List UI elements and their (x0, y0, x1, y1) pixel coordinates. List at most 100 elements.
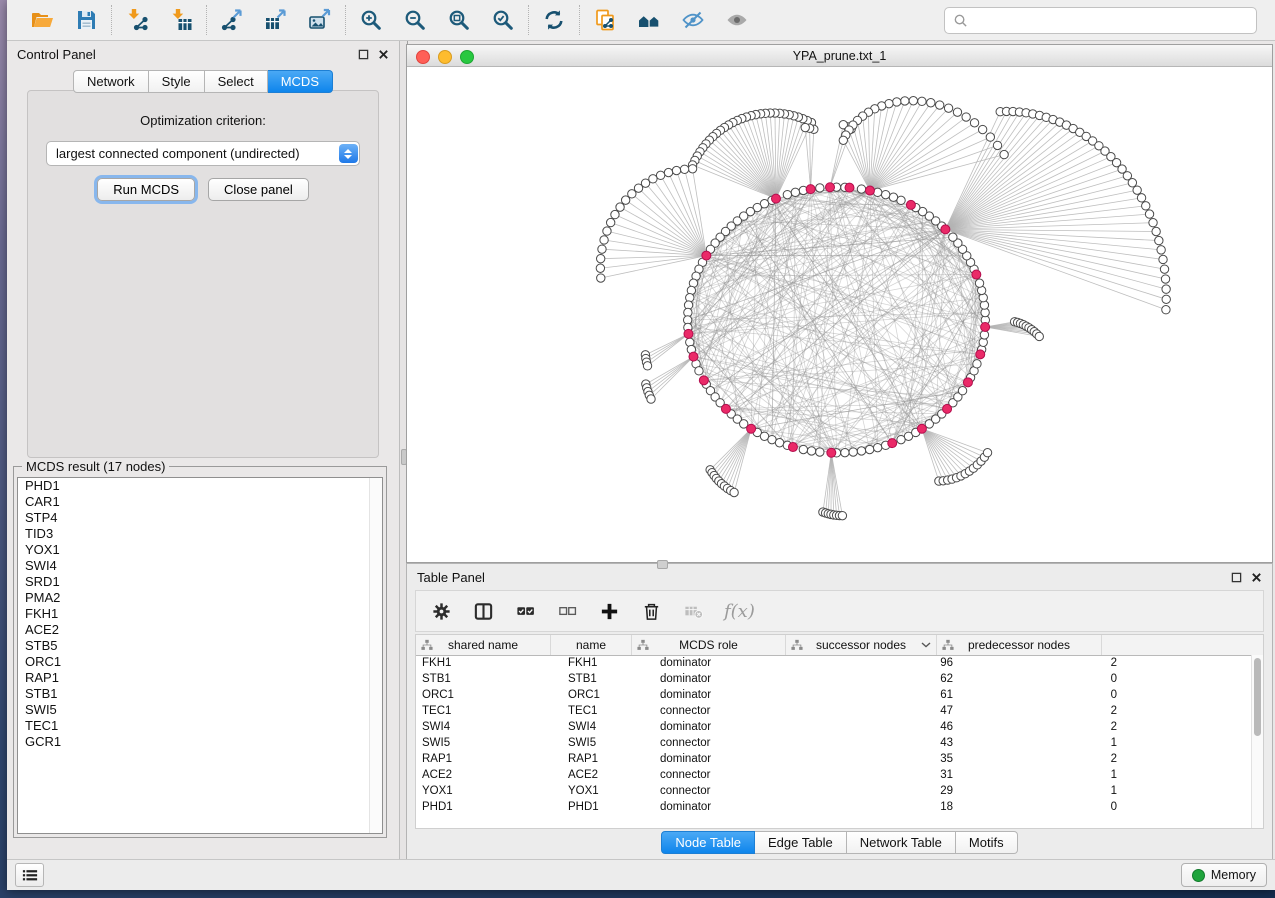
tab-style[interactable]: Style (149, 70, 205, 93)
task-history-button[interactable] (15, 863, 44, 887)
open-folder-icon[interactable] (29, 7, 55, 33)
graph-node[interactable] (597, 274, 605, 282)
graph-node-dominator[interactable] (845, 183, 854, 192)
table-cell[interactable]: dominator (654, 801, 819, 813)
graph-node-dominator[interactable] (972, 270, 981, 279)
list-item[interactable]: ACE2 (18, 622, 382, 638)
export-table-icon[interactable] (263, 7, 289, 33)
graph-node[interactable] (1000, 150, 1008, 158)
graph-node-dominator[interactable] (981, 322, 990, 331)
table-cell[interactable]: 47 (819, 705, 969, 717)
graph-node[interactable] (973, 360, 981, 368)
show-all-icon[interactable] (724, 7, 750, 33)
table-cell[interactable]: dominator (654, 657, 819, 669)
tab-network-table[interactable]: Network Table (847, 831, 956, 854)
memory-button[interactable]: Memory (1181, 863, 1267, 887)
table-cell[interactable]: 1 (969, 785, 1133, 797)
graph-node[interactable] (807, 447, 815, 455)
graph-node[interactable] (1035, 332, 1043, 340)
duplicate-network-icon[interactable] (592, 7, 618, 33)
graph-node[interactable] (927, 99, 935, 107)
table-cell[interactable]: connector (654, 785, 819, 797)
graph-node[interactable] (603, 227, 611, 235)
graph-node[interactable] (730, 488, 738, 496)
zoom-selected-icon[interactable] (490, 7, 516, 33)
graph-node-dominator[interactable] (941, 225, 950, 234)
table-cell[interactable]: 1 (969, 737, 1133, 749)
table-cell[interactable]: ACE2 (416, 769, 562, 781)
graph-node[interactable] (949, 233, 957, 241)
list-item[interactable]: YOX1 (18, 542, 382, 558)
tab-mcds[interactable]: MCDS (268, 70, 333, 93)
table-cell[interactable]: connector (654, 705, 819, 717)
graph-node-dominator[interactable] (943, 404, 952, 413)
mcds-result-list[interactable]: PHD1CAR1STP4TID3YOX1SWI4SRD1PMA2FKH1ACE2… (17, 477, 383, 834)
graph-node[interactable] (598, 245, 606, 253)
graph-node[interactable] (1128, 179, 1136, 187)
criterion-dropdown[interactable]: largest connected component (undirected) (46, 141, 360, 166)
table-cell[interactable]: 62 (819, 673, 969, 685)
table-cell[interactable]: dominator (654, 689, 819, 701)
list-item[interactable]: SWI4 (18, 558, 382, 574)
table-cell[interactable]: 43 (819, 737, 969, 749)
graph-node[interactable] (980, 331, 988, 339)
graph-node-dominator[interactable] (771, 194, 780, 203)
graph-node[interactable] (621, 196, 629, 204)
table-cell[interactable]: 61 (819, 689, 969, 701)
column-header-successor-nodes[interactable]: successor nodes (786, 635, 937, 655)
graph-node[interactable] (647, 395, 655, 403)
import-table-icon[interactable] (168, 7, 194, 33)
window-minimize-icon[interactable] (438, 50, 452, 64)
table-cell[interactable]: SWI5 (416, 737, 562, 749)
graph-node[interactable] (857, 185, 865, 193)
graph-node-dominator[interactable] (917, 424, 926, 433)
table-cell[interactable]: ACE2 (562, 769, 654, 781)
graph-node[interactable] (986, 133, 994, 141)
save-session-icon[interactable] (73, 7, 99, 33)
graph-node[interactable] (978, 125, 986, 133)
graph-node[interactable] (799, 445, 807, 453)
table-cell[interactable]: 2 (969, 753, 1133, 765)
list-item[interactable]: ORC1 (18, 654, 382, 670)
graph-node-dominator[interactable] (865, 186, 874, 195)
table-row[interactable]: TEC1TEC1connector472 (416, 703, 1252, 719)
list-item[interactable]: STB5 (18, 638, 382, 654)
column-header-predecessor-nodes[interactable]: predecessor nodes (937, 635, 1102, 655)
table-cell[interactable]: 0 (969, 673, 1133, 685)
column-header-name[interactable]: name (551, 635, 632, 655)
table-row[interactable]: RAP1RAP1dominator352 (416, 751, 1252, 767)
list-item[interactable]: PHD1 (18, 478, 382, 494)
table-cell[interactable]: SWI5 (562, 737, 654, 749)
graph-node-dominator[interactable] (806, 185, 815, 194)
table-cell[interactable]: 18 (819, 801, 969, 813)
graph-node[interactable] (893, 98, 901, 106)
table-row[interactable]: SWI4SWI4dominator462 (416, 719, 1252, 735)
graph-node[interactable] (993, 141, 1001, 149)
delete-column-trash-icon[interactable] (640, 600, 662, 622)
table-cell[interactable]: connector (654, 769, 819, 781)
table-cell[interactable]: dominator (654, 721, 819, 733)
table-row[interactable]: ORC1ORC1dominator610 (416, 687, 1252, 703)
table-row[interactable]: ACE2ACE2connector311 (416, 767, 1252, 783)
table-cell[interactable]: TEC1 (562, 705, 654, 717)
graph-node-dominator[interactable] (721, 404, 730, 413)
table-cell[interactable]: 2 (969, 705, 1133, 717)
graph-node[interactable] (672, 166, 680, 174)
graph-node[interactable] (857, 447, 865, 455)
graph-node-dominator[interactable] (827, 448, 836, 457)
select-all-icon[interactable] (514, 600, 536, 622)
graph-node[interactable] (600, 236, 608, 244)
export-image-icon[interactable] (307, 7, 333, 33)
graph-node-dominator[interactable] (888, 439, 897, 448)
table-cell[interactable]: PHD1 (416, 801, 562, 813)
graph-node[interactable] (1159, 255, 1167, 263)
graph-node[interactable] (656, 171, 664, 179)
graph-node-dominator[interactable] (689, 352, 698, 361)
graph-node-dominator[interactable] (788, 443, 797, 452)
table-cell[interactable]: 1 (969, 769, 1133, 781)
table-cell[interactable]: 96 (819, 657, 969, 669)
graph-node[interactable] (1161, 275, 1169, 283)
graph-node[interactable] (801, 123, 809, 131)
zoom-in-icon[interactable] (358, 7, 384, 33)
graph-node[interactable] (1155, 236, 1163, 244)
